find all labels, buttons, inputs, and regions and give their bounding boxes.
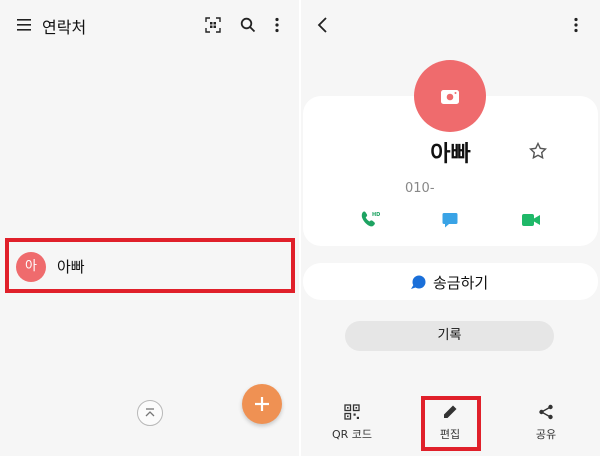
- more-options-icon[interactable]: [271, 17, 283, 33]
- phone-number: 010-: [405, 181, 435, 196]
- send-money-button[interactable]: 송금하기: [303, 263, 598, 300]
- share-button[interactable]: 공유: [511, 404, 581, 448]
- add-contact-button[interactable]: [242, 384, 282, 424]
- more-options-icon[interactable]: [570, 17, 582, 33]
- message-icon[interactable]: [442, 212, 458, 228]
- search-icon[interactable]: [240, 17, 256, 33]
- contact-name: 아빠: [57, 258, 85, 276]
- plus-icon: [255, 397, 269, 411]
- scroll-to-top-button[interactable]: [137, 400, 163, 426]
- page-title: 연락처: [42, 18, 87, 37]
- contact-detail-screen: 아빠 010- HD 송금하기 기록 QR 코드 편집 공유: [301, 0, 600, 456]
- edit-highlight-box: [421, 396, 481, 451]
- menu-icon[interactable]: [17, 18, 31, 32]
- qr-code-label: QR 코드: [331, 428, 373, 441]
- chevron-up-icon: [145, 408, 155, 417]
- pay-icon: [411, 275, 426, 289]
- video-call-icon[interactable]: [522, 213, 540, 227]
- contacts-list-screen: 연락처 아 아빠: [0, 0, 299, 456]
- history-button[interactable]: 기록: [345, 321, 554, 351]
- contact-list-item[interactable]: 아 아빠: [5, 238, 295, 293]
- qr-code-button[interactable]: QR 코드: [317, 404, 387, 448]
- phone-icon[interactable]: HD: [360, 210, 380, 228]
- avatar: 아: [16, 252, 46, 282]
- hd-badge: HD: [372, 212, 380, 218]
- share-label: 공유: [535, 428, 557, 441]
- qr-scan-icon[interactable]: [205, 17, 221, 33]
- send-money-label: 송금하기: [433, 274, 489, 292]
- back-arrow-icon[interactable]: [317, 17, 329, 33]
- contact-name: 아빠: [430, 142, 471, 167]
- share-icon: [539, 404, 553, 420]
- camera-icon: [441, 90, 459, 104]
- profile-photo[interactable]: [414, 60, 486, 132]
- star-icon[interactable]: [529, 142, 547, 160]
- qr-code-icon: [344, 404, 360, 420]
